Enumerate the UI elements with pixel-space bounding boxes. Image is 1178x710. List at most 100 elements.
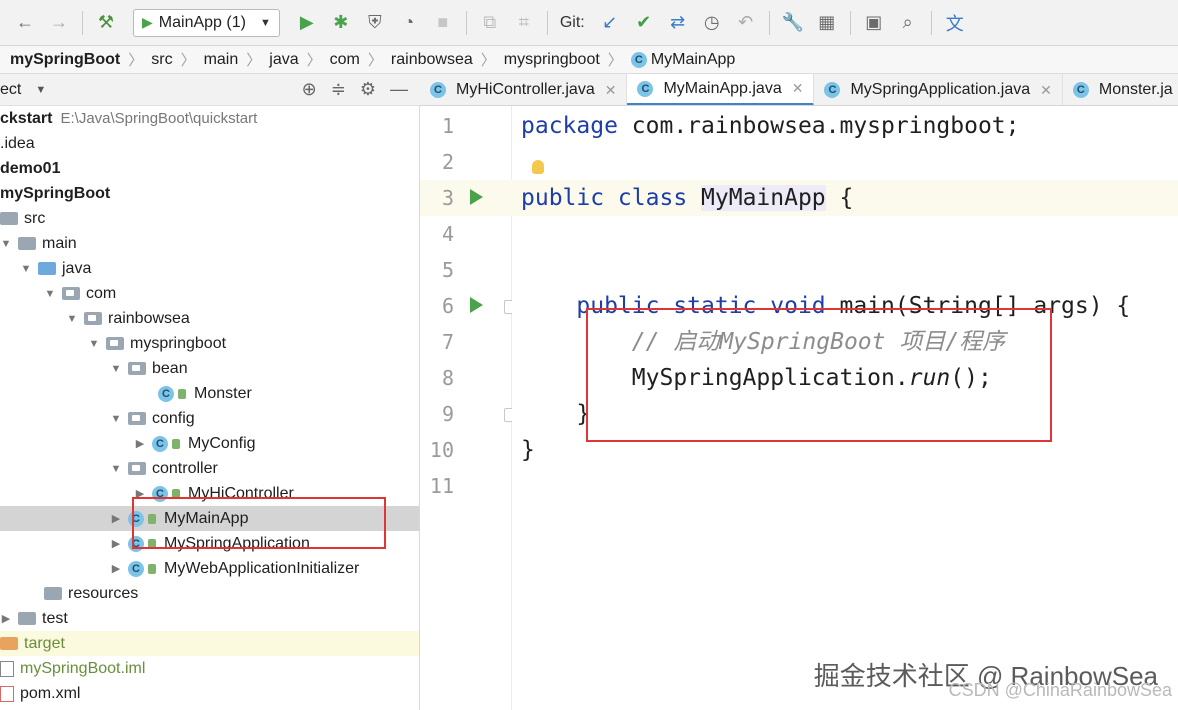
close-icon[interactable]: ✕: [1040, 82, 1052, 99]
breadcrumb-item[interactable]: myspringboot: [504, 51, 600, 69]
tree-item-src[interactable]: src: [0, 206, 419, 231]
tree-item-iml[interactable]: mySpringBoot.iml: [0, 656, 419, 681]
breadcrumb-item[interactable]: rainbowsea: [391, 51, 473, 69]
tree-item-resources[interactable]: resources: [0, 581, 419, 606]
app-config-icon: ▶: [142, 14, 153, 30]
tree-item-demo01[interactable]: demo01: [0, 156, 419, 181]
project-panel-title[interactable]: ect: [0, 81, 21, 99]
collapse-arrow-icon[interactable]: ▶: [0, 612, 12, 625]
expand-arrow-icon[interactable]: ▼: [110, 413, 122, 425]
tree-item-label: mySpringBoot.iml: [20, 659, 146, 677]
breadcrumb-item[interactable]: src: [151, 51, 172, 69]
collapse-arrow-icon[interactable]: ▶: [110, 537, 122, 550]
tree-item-test[interactable]: ▶ test: [0, 606, 419, 631]
tree-item-myspringboot[interactable]: mySpringBoot: [0, 181, 419, 206]
collapse-arrow-icon[interactable]: ▶: [110, 562, 122, 575]
tree-item-label: demo01: [0, 159, 61, 177]
breadcrumb-item[interactable]: main: [204, 51, 239, 69]
tab-myhicontroller[interactable]: C MyHiController.java ✕: [420, 74, 628, 105]
close-icon[interactable]: ✕: [605, 82, 617, 99]
history-clock-icon[interactable]: ◷: [697, 8, 727, 38]
tree-item-java[interactable]: ▼ java: [0, 256, 419, 281]
vcs-icon[interactable]: ⧉: [475, 8, 505, 38]
terminal-icon[interactable]: ▣: [859, 8, 889, 38]
rollback-icon[interactable]: ↶: [731, 8, 761, 38]
tree-item-label: com: [86, 284, 117, 302]
forward-arrow-icon[interactable]: →: [44, 8, 74, 38]
breadcrumb-item[interactable]: java: [269, 51, 298, 69]
vcs-branch-icon[interactable]: ⌗: [509, 8, 539, 38]
project-structure-icon[interactable]: ▦: [812, 8, 842, 38]
breadcrumb-item[interactable]: mySpringBoot: [10, 51, 120, 69]
profile-icon[interactable]: ◔: [394, 8, 424, 38]
git-commit-icon[interactable]: ✔: [629, 8, 659, 38]
settings-wrench-icon[interactable]: 🔧: [778, 8, 808, 38]
run-method-gutter-icon[interactable]: [470, 297, 483, 313]
translate-icon[interactable]: 文: [940, 8, 970, 38]
tree-item-myspringboot-package[interactable]: ▼ myspringboot: [0, 331, 419, 356]
locate-target-icon[interactable]: ⊕: [302, 79, 317, 100]
tree-item-label: resources: [68, 584, 139, 602]
stop-icon[interactable]: ■: [428, 8, 458, 38]
tree-item-monster[interactable]: C Monster: [0, 381, 419, 406]
hide-minus-icon[interactable]: —: [390, 79, 408, 100]
breadcrumb-item[interactable]: com: [330, 51, 360, 69]
tab-myspringapplication[interactable]: C MySpringApplication.java ✕: [814, 74, 1063, 105]
run-class-gutter-icon[interactable]: [470, 189, 483, 205]
tree-item-label: main: [42, 234, 77, 252]
collapse-all-icon[interactable]: ≑: [331, 79, 346, 100]
line-number: 8: [441, 366, 454, 390]
run-config-select[interactable]: ▶ MainApp (1) ▼: [133, 8, 280, 37]
tree-item-rainbowsea[interactable]: ▼ rainbowsea: [0, 306, 419, 331]
collapse-arrow-icon[interactable]: ▶: [110, 512, 122, 525]
search-icon[interactable]: ⌕: [893, 8, 923, 38]
line-number: 9: [441, 402, 454, 426]
class-icon: C: [430, 82, 446, 98]
tab-monster[interactable]: C Monster.ja: [1063, 74, 1178, 105]
git-update-icon[interactable]: ↙: [595, 8, 625, 38]
tree-item-idea[interactable]: .idea: [0, 131, 419, 156]
tree-item-controller[interactable]: ▼ controller: [0, 456, 419, 481]
expand-arrow-icon[interactable]: ▼: [110, 463, 122, 475]
tree-item-config[interactable]: ▼ config: [0, 406, 419, 431]
expand-arrow-icon[interactable]: ▼: [66, 313, 78, 325]
breadcrumb: mySpringBoot 〉 src 〉 main 〉 java 〉 com 〉…: [0, 46, 1178, 74]
access-lock-icon: [172, 438, 180, 449]
run-icon[interactable]: ▶: [292, 8, 322, 38]
coverage-icon[interactable]: ⛨: [360, 8, 390, 38]
project-tree: ckstart E:\Java\SpringBoot\quickstart .i…: [0, 106, 420, 710]
tree-item-label: MyConfig: [188, 434, 256, 452]
gear-icon[interactable]: ⚙: [360, 79, 376, 100]
tree-item-target[interactable]: target: [0, 631, 419, 656]
build-hammer-icon[interactable]: ⚒: [91, 8, 121, 38]
expand-arrow-icon[interactable]: ▼: [110, 363, 122, 375]
breadcrumb-item[interactable]: MyMainApp: [651, 51, 735, 69]
package-icon: [106, 337, 124, 350]
tree-item-myconfig[interactable]: ▶ C MyConfig: [0, 431, 419, 456]
class-icon: C: [128, 560, 144, 577]
tree-item-pom[interactable]: pom.xml: [0, 681, 419, 706]
tree-item-com[interactable]: ▼ com: [0, 281, 419, 306]
tab-mymainapp[interactable]: C MyMainApp.java ✕: [627, 74, 815, 105]
tree-item-label: rainbowsea: [108, 309, 190, 327]
tree-item-bean[interactable]: ▼ bean: [0, 356, 419, 381]
close-icon[interactable]: ✕: [792, 80, 804, 97]
tree-item-main[interactable]: ▼ main: [0, 231, 419, 256]
back-arrow-icon[interactable]: ←: [10, 8, 40, 38]
tree-item-label: src: [24, 209, 46, 227]
class-icon: C: [158, 385, 174, 402]
debug-icon[interactable]: ✱: [326, 8, 356, 38]
chevron-down-icon[interactable]: ▼: [35, 84, 46, 96]
expand-arrow-icon[interactable]: ▼: [44, 288, 56, 300]
expand-arrow-icon[interactable]: ▼: [0, 238, 12, 250]
tree-item-project-root[interactable]: ckstart E:\Java\SpringBoot\quickstart: [0, 106, 419, 131]
expand-arrow-icon[interactable]: ▼: [20, 263, 32, 275]
git-push-icon[interactable]: ⇄: [663, 8, 693, 38]
code-text: {: [825, 185, 854, 211]
lightbulb-icon[interactable]: [532, 160, 544, 174]
tree-item-mywebapplicationinitializer[interactable]: ▶ C MyWebApplicationInitializer: [0, 556, 419, 581]
tree-item-label: MyWebApplicationInitializer: [164, 559, 360, 577]
expand-arrow-icon[interactable]: ▼: [88, 338, 100, 350]
tree-item-label: java: [62, 259, 92, 277]
collapse-arrow-icon[interactable]: ▶: [134, 437, 146, 450]
